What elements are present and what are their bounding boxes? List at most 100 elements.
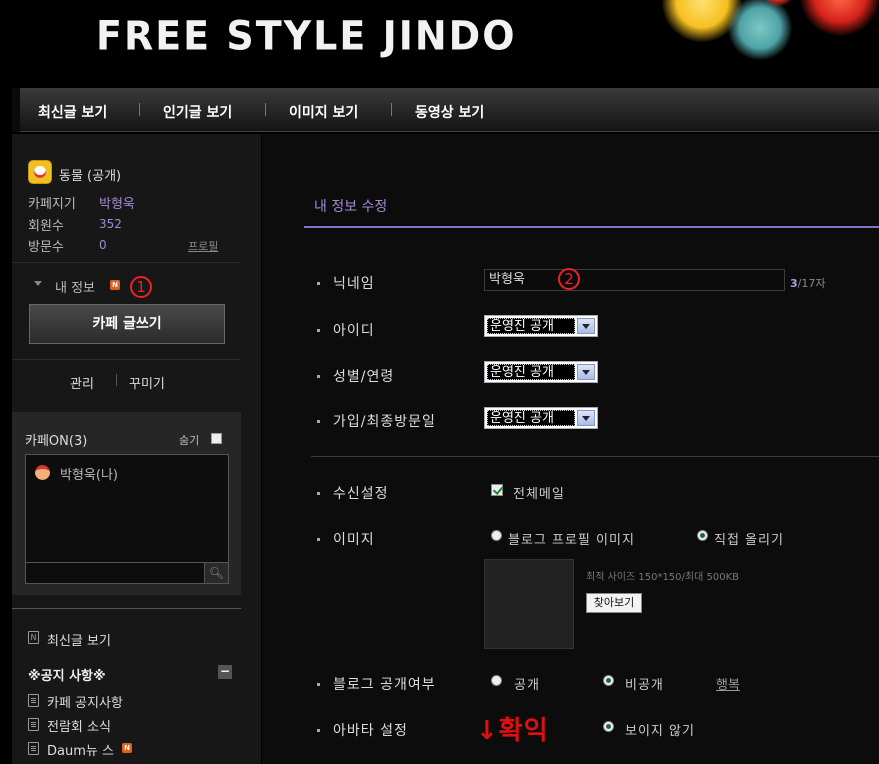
cafe-on-title: 카페ON(3) — [25, 434, 88, 449]
select-value: 운영진 공개 — [487, 364, 575, 380]
main-content: 내 정보 수정 닉네임 박형욱 2 3/17자 아이디 운영진 공개 성별/연령… — [262, 134, 879, 764]
nickname-label: 닉네임 — [333, 276, 375, 292]
select-value: 운영진 공개 — [487, 318, 575, 334]
direct-upload-label: 직접 올리기 — [714, 533, 784, 548]
bokeh-light-red — [800, 0, 879, 36]
browse-button[interactable]: 찾아보기 — [586, 593, 642, 613]
select-value: 운영진 공개 — [487, 410, 575, 426]
header-banner: FREE STYLE JINDO — [12, 0, 879, 88]
manage-link[interactable]: 관리 — [70, 373, 94, 392]
join-date-label: 가입/최종방문일 — [333, 414, 436, 430]
id-label: 아이디 — [333, 323, 375, 339]
document-icon — [28, 694, 39, 707]
sidebar-divider — [12, 608, 241, 609]
nav-item-images[interactable]: 이미지 보기 — [289, 102, 358, 122]
top-nav: 최신글 보기 인기글 보기 이미지 보기 동영상 보기 — [12, 88, 879, 132]
nav-left-cap — [12, 88, 20, 132]
bokeh-light-teal — [728, 0, 792, 60]
image-size-hint: 최적 사이즈 150*150/최대 500KB — [586, 572, 739, 583]
public-radio[interactable] — [491, 675, 502, 686]
id-visibility-select[interactable]: 운영진 공개 — [484, 315, 598, 337]
visitors-value: 0 — [99, 238, 107, 252]
sidebar-divider — [12, 262, 241, 263]
sidebar-divider — [12, 359, 241, 360]
nickname-input[interactable]: 박형욱 — [484, 269, 785, 291]
avatar-hide-label: 보이지 않기 — [625, 724, 695, 739]
blog-profile-image-label: 블로그 프로필 이미지 — [508, 533, 635, 548]
collapse-icon[interactable]: − — [218, 665, 232, 679]
nav-item-videos[interactable]: 동영상 보기 — [415, 102, 484, 122]
document-icon — [28, 742, 39, 755]
chevron-down-icon[interactable] — [577, 318, 595, 334]
new-badge-icon: N — [122, 743, 132, 753]
blog-profile-image-radio[interactable] — [491, 530, 502, 541]
document-icon — [28, 718, 39, 731]
nav-separator — [391, 103, 392, 116]
row-bullet — [317, 729, 320, 732]
cafe-on-panel: 카페ON(3) 숨기 박형욱(나) 🔍︎ — [12, 412, 241, 595]
gender-age-label: 성별/연령 — [333, 369, 395, 385]
manager-label: 카페지기 — [28, 197, 76, 212]
handwritten-annotation: ↓확익 — [476, 716, 549, 746]
manager-value[interactable]: 박형욱 — [99, 193, 135, 212]
nav-separator — [265, 103, 266, 116]
receive-settings-label: 수신설정 — [333, 486, 389, 502]
avatar-hide-radio[interactable] — [603, 721, 614, 732]
hide-checkbox[interactable] — [211, 433, 222, 444]
link-separator — [116, 374, 117, 386]
user-avatar — [35, 465, 50, 480]
row-bullet — [317, 329, 320, 332]
annotation-circle-2: 2 — [558, 268, 580, 290]
cafe-name[interactable]: 동물 (공개) — [59, 165, 121, 184]
cafe-on-search-input[interactable] — [25, 562, 205, 584]
direct-upload-radio[interactable] — [697, 530, 708, 541]
row-bullet — [317, 683, 320, 686]
gender-visibility-select[interactable]: 운영진 공개 — [484, 361, 598, 383]
row-bullet — [317, 375, 320, 378]
notice-header: ※공지 사항※ — [28, 669, 106, 684]
hide-label: 숨기 — [179, 434, 200, 447]
section-title: 내 정보 수정 — [314, 199, 388, 215]
nav-item-latest[interactable]: 최신글 보기 — [38, 102, 107, 122]
image-label: 이미지 — [333, 532, 375, 548]
members-label: 회원수 — [28, 219, 64, 234]
profile-link[interactable]: 프로필 — [188, 238, 218, 254]
sidebar: 동물 (공개) 카페지기 박형욱 회원수 352 방문수 0 프로필 내 정보 … — [12, 134, 261, 764]
section-divider — [311, 456, 879, 457]
private-radio[interactable] — [603, 675, 614, 686]
nickname-counter: 3/17자 — [790, 275, 825, 291]
public-label: 공개 — [514, 678, 540, 693]
my-info-link[interactable]: 내 정보 — [55, 277, 95, 296]
row-bullet — [317, 282, 320, 285]
all-mail-checkbox[interactable] — [491, 484, 503, 496]
menu-daum-news[interactable]: Daum뉴 스 — [47, 740, 114, 759]
menu-latest[interactable]: 최신글 보기 — [47, 630, 111, 649]
menu-notice[interactable]: 카페 공지사항 — [47, 692, 123, 711]
counter-value: 3 — [790, 277, 798, 290]
section-title-underline — [304, 226, 879, 228]
annotation-circle-1: 1 — [130, 276, 152, 298]
join-visibility-select[interactable]: 운영진 공개 — [484, 407, 598, 429]
decorate-link[interactable]: 꾸미기 — [129, 373, 165, 392]
chevron-down-icon[interactable] — [577, 410, 595, 426]
counter-max: /17자 — [797, 277, 826, 290]
cafe-write-button[interactable]: 카페 글쓰기 — [29, 304, 225, 344]
new-badge-icon: N — [110, 280, 120, 290]
avatar-settings-label: 아바타 설정 — [333, 723, 408, 739]
cafe-on-user[interactable]: 박형욱(나) — [60, 464, 118, 483]
nav-item-popular[interactable]: 인기글 보기 — [163, 102, 232, 122]
n-menu-icon: N — [28, 631, 39, 644]
all-mail-label: 전체메일 — [513, 487, 565, 502]
search-icon[interactable]: 🔍︎ — [204, 562, 229, 584]
blog-public-label: 블로그 공개여부 — [333, 677, 436, 693]
cafe-logo-icon — [28, 160, 52, 184]
chevron-down-icon[interactable] — [577, 364, 595, 380]
nav-separator — [139, 103, 140, 116]
private-label: 비공개 — [625, 678, 664, 693]
help-link[interactable]: 행복 — [716, 674, 740, 693]
blog-title: FREE STYLE JINDO — [96, 12, 517, 60]
menu-exhibition[interactable]: 전람회 소식 — [47, 716, 111, 735]
image-preview — [484, 559, 574, 649]
row-bullet — [317, 420, 320, 423]
members-value: 352 — [99, 217, 122, 231]
